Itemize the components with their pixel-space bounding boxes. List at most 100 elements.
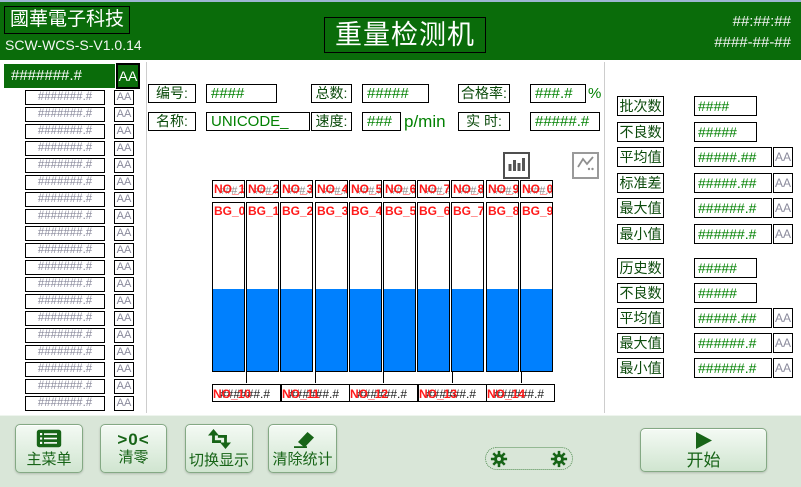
stats-batch-label: 最小值 [617, 224, 664, 244]
line-view-button[interactable] [572, 152, 599, 179]
chart-tick [315, 372, 316, 383]
chart-bottom-cell: ######.#NO_10 [212, 384, 281, 402]
weight-row-value: #######.# [25, 243, 105, 258]
stats-history-value: ######.# [694, 333, 772, 353]
weight-row-unit: AA [114, 90, 134, 105]
weight-row-unit: AA [114, 294, 134, 309]
weight-row-value: #######.# [25, 294, 105, 309]
weight-row-value: #######.# [25, 175, 105, 190]
chart-col-no: NO_1 [214, 182, 245, 196]
product-name-value[interactable]: UNICODE_ [206, 112, 310, 131]
play-icon [695, 432, 713, 452]
bg-label: BG_4 [351, 204, 382, 218]
weight-row-unit: AA [114, 328, 134, 343]
weight-row-unit: AA [114, 107, 134, 122]
bar-column: BG_8 [486, 202, 519, 372]
bar-fill [452, 289, 483, 371]
chart-col-no: NO_3 [282, 182, 313, 196]
clear-zero-button[interactable]: >0< 清零 [100, 424, 167, 473]
stats-history-value: ##### [694, 283, 757, 303]
stats-batch-label: 最大值 [617, 198, 664, 218]
stats-history-unit: AA [773, 333, 793, 353]
stats-batch-label: 不良数 [617, 122, 664, 142]
weight-row-value: #######.# [25, 328, 105, 343]
bar-column: BG_5 [383, 202, 416, 372]
chart-col-no: NO_2 [248, 182, 279, 196]
weight-row-unit: AA [114, 260, 134, 275]
start-button[interactable]: 开始 [640, 428, 767, 472]
stats-batch-label: 标准差 [617, 173, 664, 193]
bar-view-button[interactable] [503, 152, 530, 179]
stats-batch-value: #####.## [694, 173, 772, 193]
bar-fill [418, 289, 449, 371]
bar-chart-icon [507, 154, 526, 177]
bg-label: BG_8 [488, 204, 519, 218]
divider-right [604, 62, 605, 413]
weight-row-value: #######.# [25, 260, 105, 275]
weight-row-unit: AA [114, 192, 134, 207]
pass-rate-value: ###.# [530, 84, 586, 103]
stats-batch-unit: AA [773, 198, 793, 218]
weight-list-header-unit: AA [116, 63, 140, 89]
bar-column: BG_3 [315, 202, 348, 372]
chart-bottom-no: NO_11 [282, 387, 319, 401]
chart-col-no: NO_4 [317, 182, 348, 196]
weight-row-value: #######.# [25, 90, 105, 105]
chart-col-header: ###.#NO_4 [315, 180, 348, 198]
bar-fill [487, 289, 518, 371]
stats-batch-value: #####.## [694, 147, 772, 167]
cycle-icon [208, 429, 231, 452]
chart-bottom-no: NO_13 [419, 387, 457, 401]
stats-batch-unit: AA [773, 147, 793, 167]
bar-fill [316, 289, 347, 371]
total-count-label: 总数: [311, 84, 352, 103]
gear-icon [490, 450, 508, 468]
bar-column: BG_0 [212, 202, 245, 372]
bg-label: BG_3 [317, 204, 348, 218]
chart-col-header: ###.#NO_1 [212, 180, 245, 198]
weight-row-unit: AA [114, 277, 134, 292]
clear-stats-button[interactable]: 清除统计 [268, 424, 337, 473]
weight-row-value: #######.# [25, 192, 105, 207]
weight-row-unit: AA [114, 124, 134, 139]
weight-row-unit: AA [114, 141, 134, 156]
bar-fill [521, 289, 552, 371]
stats-history-label: 最小值 [617, 358, 664, 378]
stats-batch-unit: AA [773, 224, 793, 244]
bg-label: BG_9 [522, 204, 553, 218]
weight-row-unit: AA [114, 379, 134, 394]
realtime-weight-value: #####.# [530, 112, 600, 131]
realtime-weight-label: 实 时: [458, 112, 510, 131]
chart-tick [521, 372, 522, 383]
bg-label: BG_1 [248, 204, 279, 218]
stats-history-label: 平均值 [617, 308, 664, 328]
switch-display-label: 切换显示 [189, 452, 249, 469]
hmi-screen: 國華電子科技 SCW-WCS-S-V1.0.14 重量检测机 ##:##:## … [0, 0, 801, 487]
chart-col-no: NO_0 [522, 182, 553, 196]
weight-row-unit: AA [114, 243, 134, 258]
clear-zero-label: 清零 [118, 449, 148, 466]
page-title: 重量检测机 [324, 17, 486, 53]
chart-bottom-cell: ######.#NO_13 [418, 384, 487, 402]
weight-row-value: #######.# [25, 141, 105, 156]
weight-row-value: #######.# [25, 379, 105, 394]
weight-row-value: #######.# [25, 345, 105, 360]
bar-fill [350, 289, 381, 371]
gear-icon [550, 450, 568, 468]
speed-value: ### [362, 112, 401, 131]
product-id-value[interactable]: #### [206, 84, 277, 103]
bar-column: BG_6 [417, 202, 450, 372]
bar-column: BG_7 [451, 202, 484, 372]
speed-unit: p/min [404, 112, 446, 131]
weight-row-value: #######.# [25, 226, 105, 241]
pass-rate-unit: % [588, 84, 601, 103]
stats-batch-value: ######.# [694, 198, 772, 218]
stats-batch-label: 平均值 [617, 147, 664, 167]
speed-label: 速度: [311, 112, 352, 131]
clock: ##:##:## ####-##-## [714, 11, 791, 53]
main-menu-button[interactable]: 主菜单 [15, 424, 83, 473]
weight-row-value: #######.# [25, 158, 105, 173]
bg-label: BG_5 [385, 204, 416, 218]
chart-tick [246, 372, 247, 383]
switch-display-button[interactable]: 切换显示 [185, 424, 253, 473]
